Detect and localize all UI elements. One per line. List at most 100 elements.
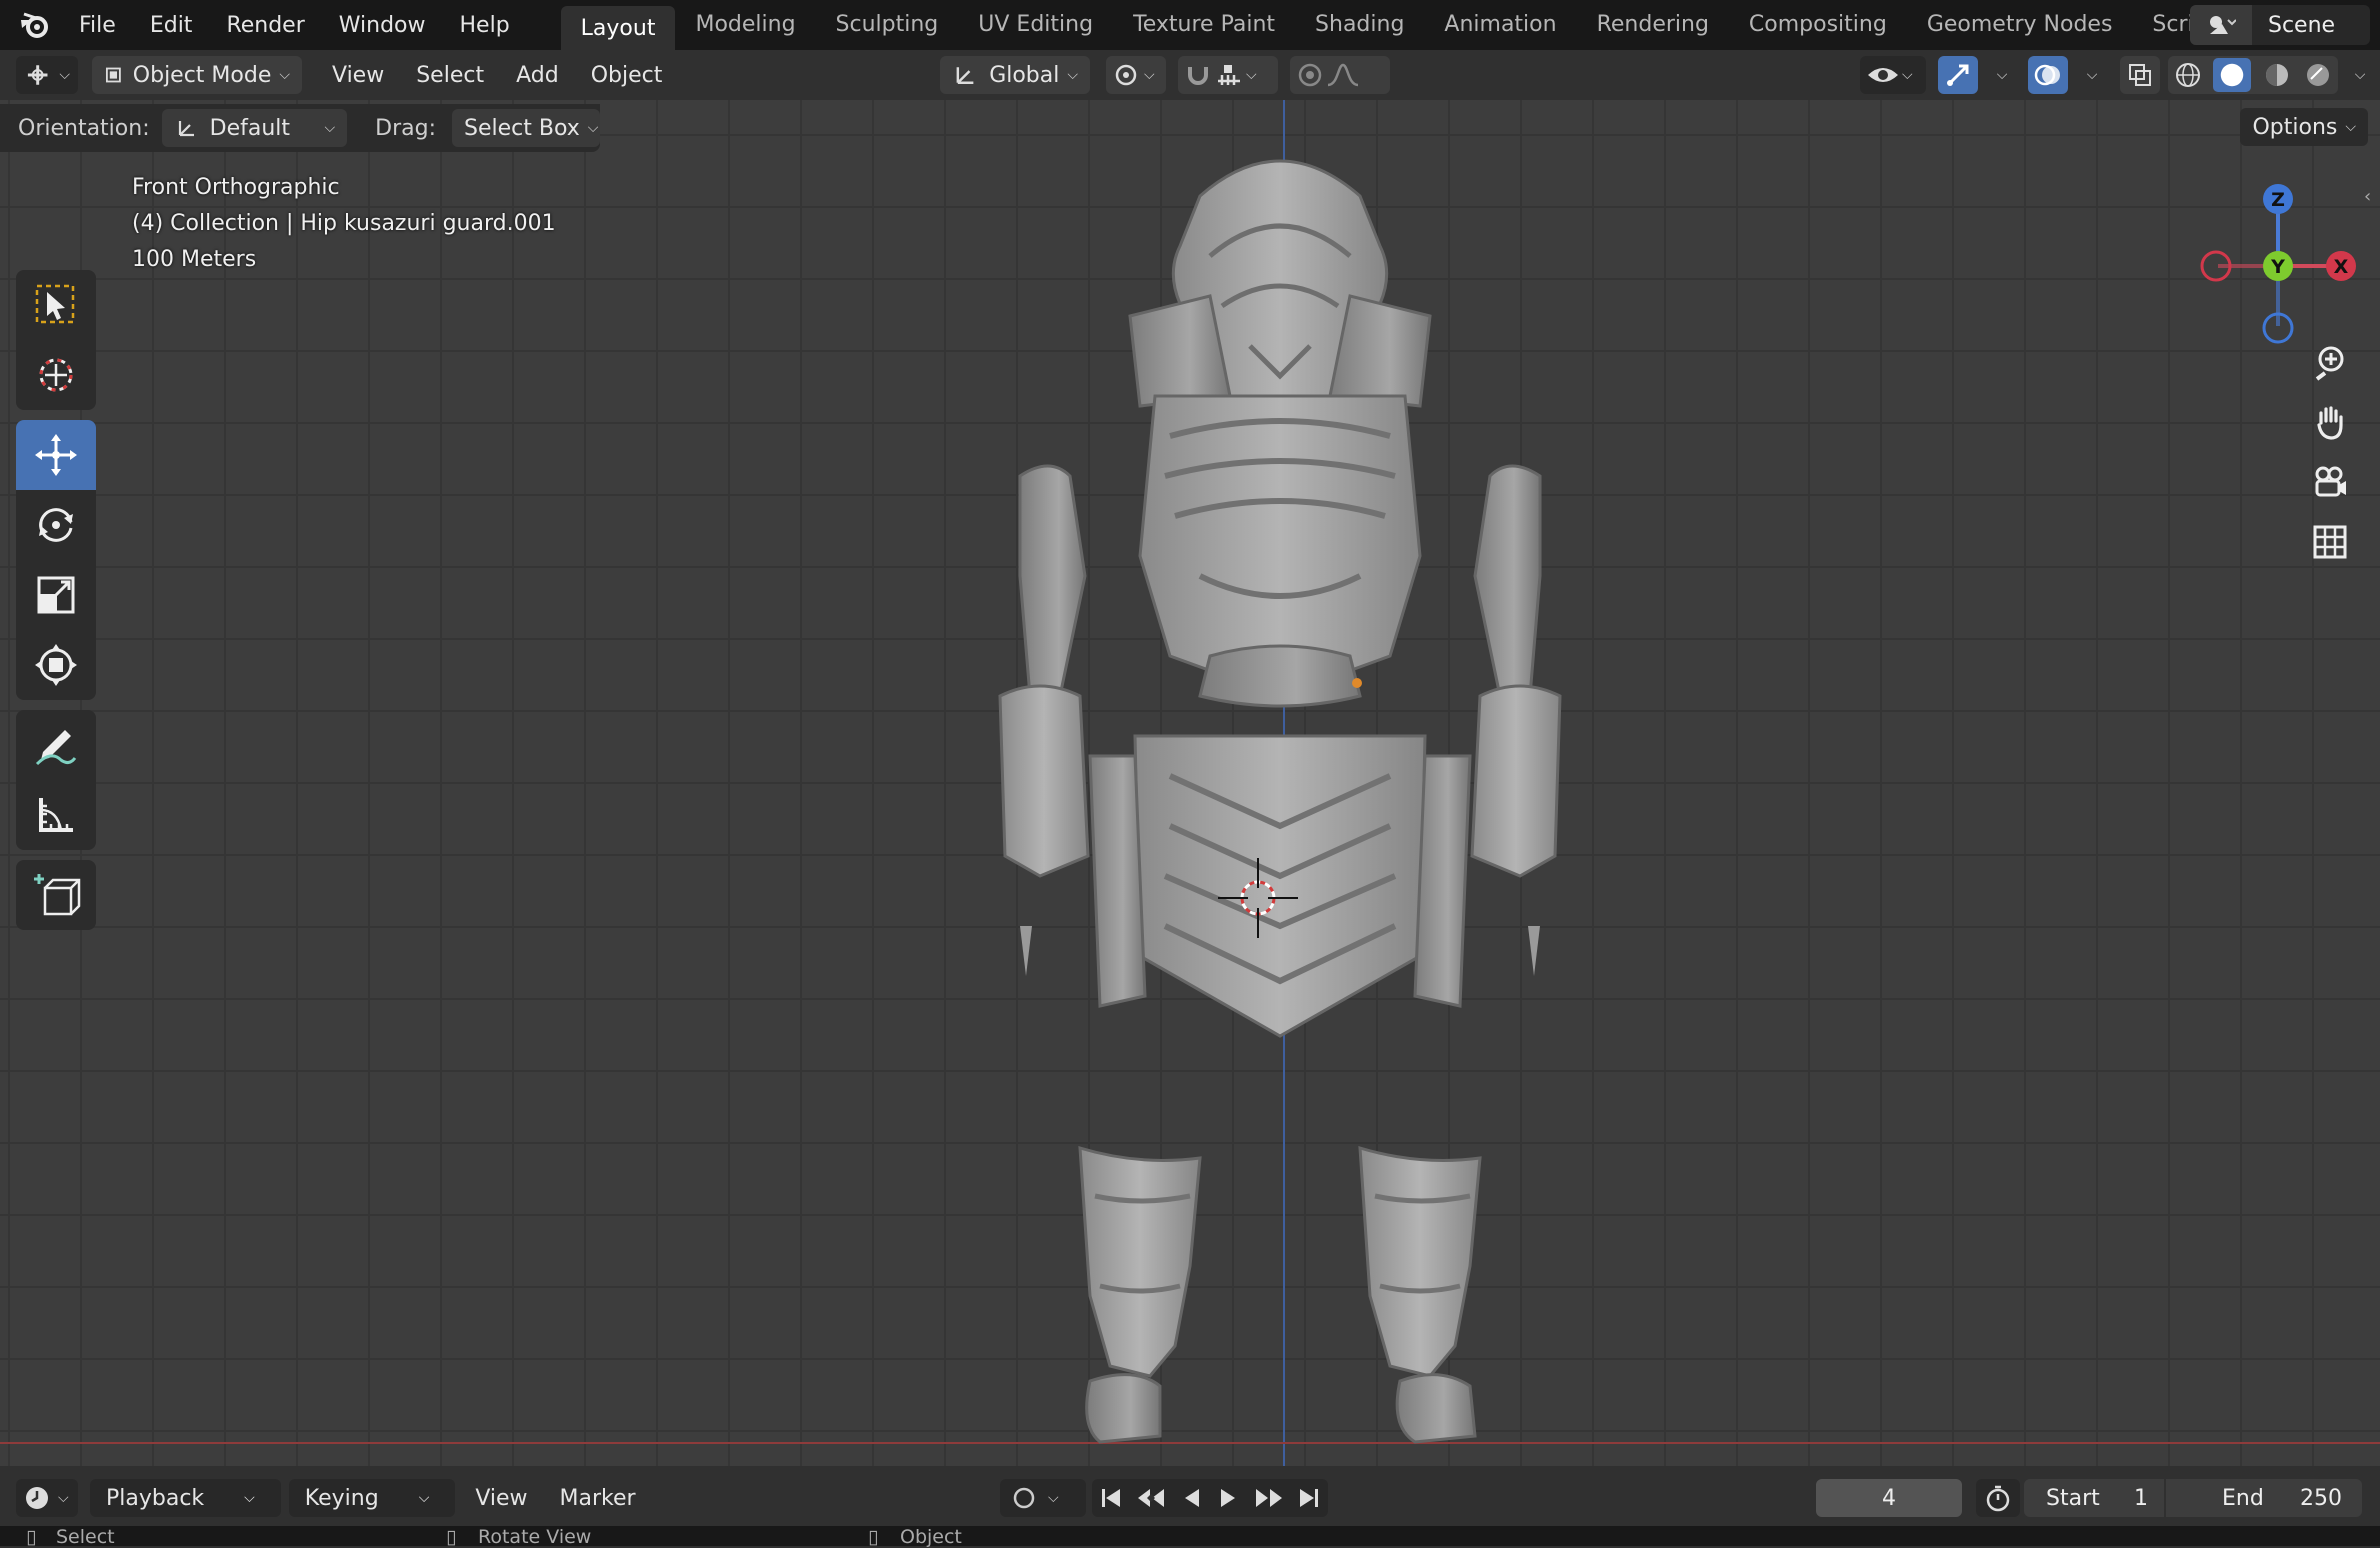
xray-toggle-button[interactable] [2120,56,2160,94]
material-preview-icon[interactable] [2261,59,2293,91]
scale-info: 100 Meters [132,247,257,272]
tab-uv-editing[interactable]: UV Editing [958,5,1113,45]
scene-selector[interactable]: Scene [2190,5,2370,45]
tab-animation[interactable]: Animation [1424,5,1576,45]
jump-to-start-icon[interactable] [1098,1485,1124,1511]
tool-group-add [16,860,96,930]
mode-dropdown[interactable]: Object Mode ⌵ [92,56,302,94]
viewport-header: ⌵ Object Mode ⌵ View Select Add Object G… [0,50,2380,100]
wireframe-shading-icon[interactable] [2172,59,2204,91]
pan-button[interactable] [2306,398,2354,446]
menu-edit[interactable]: Edit [133,13,210,38]
start-frame-field[interactable]: Start 1 [2024,1479,2164,1517]
workspace-tabs: Layout Modeling Sculpting UV Editing Tex… [560,0,2322,50]
jump-to-end-icon[interactable] [1296,1485,1322,1511]
orthographic-toggle-button[interactable] [2306,518,2354,566]
tab-layout[interactable]: Layout [560,6,676,50]
orientation-dropdown[interactable]: Default ⌵ [161,109,348,147]
rendered-shading-icon[interactable] [2302,59,2334,91]
status-mouse-right-icon: ▯ [868,1526,879,1548]
auto-keying-dropdown[interactable]: ⌵ [1000,1479,1086,1517]
menu-add[interactable]: Add [500,63,575,88]
chevron-down-icon: ⌵ [1144,67,1155,83]
drag-dropdown[interactable]: Select Box ⌵ [452,109,600,147]
status-select: Select [56,1526,115,1548]
menu-object[interactable]: Object [575,63,679,88]
play-icon[interactable] [1215,1485,1241,1511]
transform-orientation-dropdown[interactable]: Global ⌵ [940,56,1090,94]
snap-increment-icon [1218,65,1240,85]
menu-marker[interactable]: Marker [544,1486,652,1511]
menu-view[interactable]: View [459,1486,543,1511]
tab-shading[interactable]: Shading [1295,5,1424,45]
select-box-icon [35,284,75,324]
pivot-point-dropdown[interactable]: ⌵ [1106,56,1166,94]
navigation-gizmo[interactable]: Z X Y [2190,170,2370,350]
cursor-tool[interactable] [16,340,96,410]
timeline-editor-type-button[interactable]: ⌵ [16,1479,78,1517]
snapping-group[interactable]: ⌵ [1178,56,1278,94]
gizmo-dropdown[interactable]: ⌵ [1982,56,2022,94]
chevron-down-icon: ⌵ [244,1490,255,1506]
sidebar-toggle-chevron-icon[interactable]: ‹ [2364,186,2371,207]
overlays-icon [2034,64,2060,86]
move-tool[interactable] [16,420,96,490]
visibility-dropdown[interactable]: ⌵ [1860,56,1926,94]
collection-info: (4) Collection | Hip kusazuri guard.001 [132,211,556,236]
menu-view[interactable]: View [316,63,400,88]
overlays-dropdown[interactable]: ⌵ [2072,56,2112,94]
viewport-info: Front Orthographic (4) Collection | Hip … [132,170,556,278]
rotate-tool[interactable] [16,490,96,560]
annotate-tool[interactable] [16,710,96,780]
pivot-point-icon [1115,64,1137,86]
transform-tool[interactable] [16,630,96,700]
measure-tool[interactable] [16,780,96,850]
snap-magnet-icon [1188,67,1208,85]
shading-dropdown[interactable]: ⌵ [2340,56,2380,94]
camera-view-button[interactable] [2306,458,2354,506]
menu-window[interactable]: Window [322,13,443,38]
keying-dropdown[interactable]: Keying ⌵ [288,1479,456,1517]
menu-select[interactable]: Select [400,63,500,88]
transform-icon [35,644,77,686]
tab-sculpting[interactable]: Sculpting [816,5,959,45]
options-dropdown[interactable]: Options ⌵ [2240,108,2368,146]
overlays-toggle-button[interactable] [2028,56,2068,94]
3d-cursor-icon[interactable] [1218,858,1298,938]
previous-keyframe-icon[interactable] [1134,1485,1168,1511]
3d-viewport[interactable]: Front Orthographic (4) Collection | Hip … [0,100,2380,1466]
preview-range-toggle[interactable] [1976,1479,2020,1517]
blender-logo-icon[interactable] [18,8,52,42]
gizmo-y-label: Y [2270,256,2285,278]
menu-playback: Playback [106,1485,205,1511]
menu-file[interactable]: File [62,13,133,38]
tab-texture-paint[interactable]: Texture Paint [1113,5,1295,45]
select-box-tool[interactable] [16,270,96,340]
zoom-button[interactable] [2306,338,2354,386]
move-icon [35,434,77,476]
next-keyframe-icon[interactable] [1252,1485,1286,1511]
play-reverse-icon[interactable] [1179,1485,1205,1511]
menu-render[interactable]: Render [209,13,321,38]
current-frame-field[interactable]: 4 [1816,1479,1962,1517]
armor-model[interactable] [960,136,1600,1456]
status-bar: ▯ Select ▯ Rotate View ▯ Object [0,1526,2380,1548]
tab-rendering[interactable]: Rendering [1577,5,1729,45]
solid-shading-button[interactable] [2213,58,2252,92]
tab-modeling[interactable]: Modeling [675,5,815,45]
tab-geometry-nodes[interactable]: Geometry Nodes [1907,5,2133,45]
main-menu: File Edit Render Window Help [62,0,527,50]
tab-compositing[interactable]: Compositing [1729,5,1907,45]
scale-tool[interactable] [16,560,96,630]
tool-group-annotate [16,710,96,850]
clock-icon [26,1487,48,1509]
menu-help[interactable]: Help [443,13,527,38]
gizmo-toggle-button[interactable] [1938,56,1978,94]
playback-dropdown[interactable]: Playback ⌵ [90,1479,281,1517]
editor-type-button[interactable]: ⌵ [16,56,78,94]
add-cube-tool[interactable] [16,860,96,930]
end-frame-field[interactable]: End 250 [2166,1479,2362,1517]
orientation-axes-icon [178,121,194,137]
proportional-editing-group[interactable] [1290,56,1390,94]
start-value: 1 [2134,1485,2148,1511]
